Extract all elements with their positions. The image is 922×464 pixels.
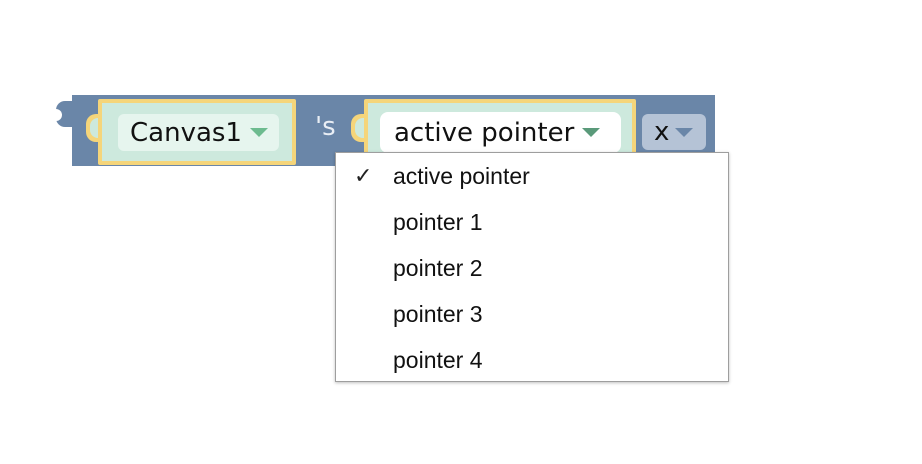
menu-item-pointer-4[interactable]: pointer 4 (336, 337, 728, 383)
property-dropdown[interactable]: active pointer (382, 114, 619, 151)
possessive-label: 's (315, 112, 336, 142)
menu-item-pointer-3[interactable]: pointer 3 (336, 291, 728, 337)
menu-item-label: active pointer (393, 162, 530, 189)
menu-item-pointer-1[interactable]: pointer 1 (336, 199, 728, 245)
chevron-down-icon (249, 128, 268, 137)
axis-dropdown-label: x (654, 117, 670, 147)
chevron-down-icon (675, 127, 694, 137)
menu-item-pointer-2[interactable]: pointer 2 (336, 245, 728, 291)
menu-item-label: pointer 1 (393, 208, 483, 235)
property-dropdown-menu: ✓ active pointer pointer 1 pointer 2 poi… (335, 152, 729, 382)
menu-item-active-pointer[interactable]: ✓ active pointer (336, 153, 728, 199)
chevron-down-icon (582, 128, 601, 137)
checkmark-icon: ✓ (354, 163, 373, 188)
menu-item-label: pointer 3 (393, 300, 483, 327)
menu-item-label: pointer 4 (393, 346, 483, 373)
menu-item-label: pointer 2 (393, 254, 483, 281)
blocks-workspace[interactable]: Canvas1 's active pointer x ✓ active poi… (0, 0, 922, 464)
component-dropdown[interactable]: Canvas1 (118, 114, 279, 151)
component-dropdown-label: Canvas1 (130, 117, 242, 148)
property-dropdown-label: active pointer (394, 117, 575, 148)
axis-dropdown[interactable]: x (642, 114, 706, 150)
